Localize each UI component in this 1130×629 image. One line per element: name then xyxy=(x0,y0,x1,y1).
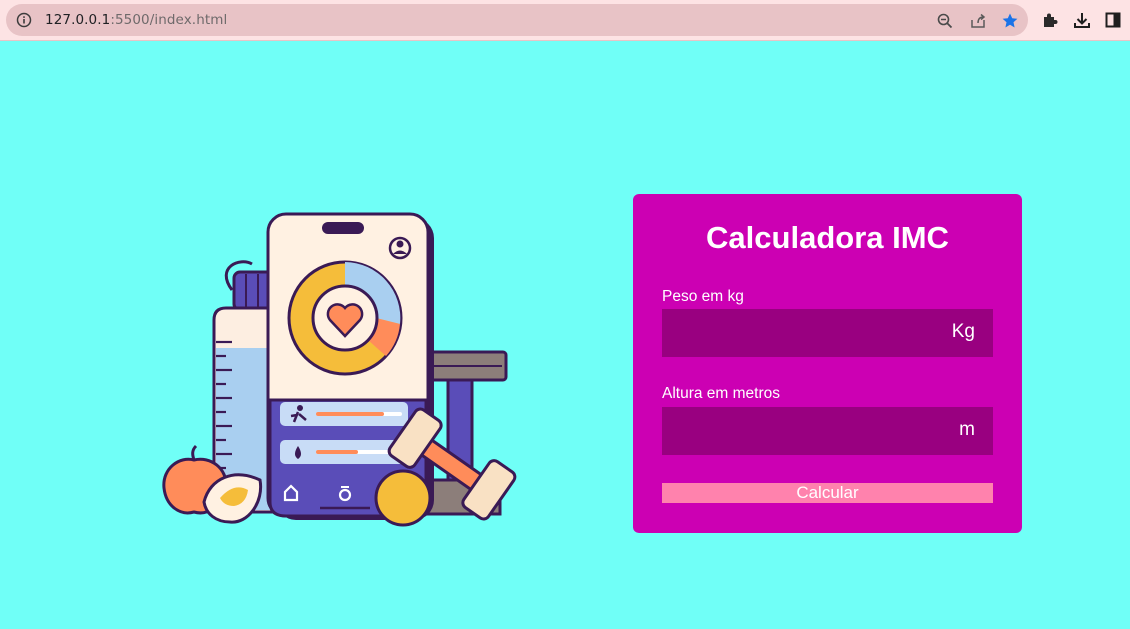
orange-illustration xyxy=(374,469,432,527)
browser-toolbar: 127.0.0.1:5500/index.html xyxy=(0,0,1130,41)
calculate-button[interactable]: Calcular xyxy=(662,483,993,503)
url-host: 127.0.0.1 xyxy=(45,12,111,28)
download-icon[interactable] xyxy=(1073,11,1091,29)
weight-unit: Kg xyxy=(951,321,975,342)
height-input[interactable]: m xyxy=(662,407,993,455)
url-path: :5500/index.html xyxy=(110,12,228,28)
card-title: Calculadora IMC xyxy=(706,220,949,255)
fitness-app-illustration xyxy=(162,212,517,527)
bmi-calculator-card: Calculadora IMC Peso em kg Kg Altura em … xyxy=(633,194,1022,533)
address-bar[interactable]: 127.0.0.1:5500/index.html xyxy=(6,4,1028,36)
info-icon[interactable] xyxy=(16,12,32,28)
weight-input[interactable]: Kg xyxy=(662,309,993,357)
bookmark-star-icon[interactable] xyxy=(1001,12,1019,30)
side-panel-icon[interactable] xyxy=(1104,11,1122,29)
zoom-icon[interactable] xyxy=(936,12,954,30)
extensions-icon[interactable] xyxy=(1041,11,1059,29)
url-text[interactable]: 127.0.0.1:5500/index.html xyxy=(45,12,227,28)
weight-label: Peso em kg xyxy=(662,288,744,305)
height-label: Altura em metros xyxy=(662,385,781,402)
height-unit: m xyxy=(959,419,975,440)
share-icon[interactable] xyxy=(969,12,987,30)
